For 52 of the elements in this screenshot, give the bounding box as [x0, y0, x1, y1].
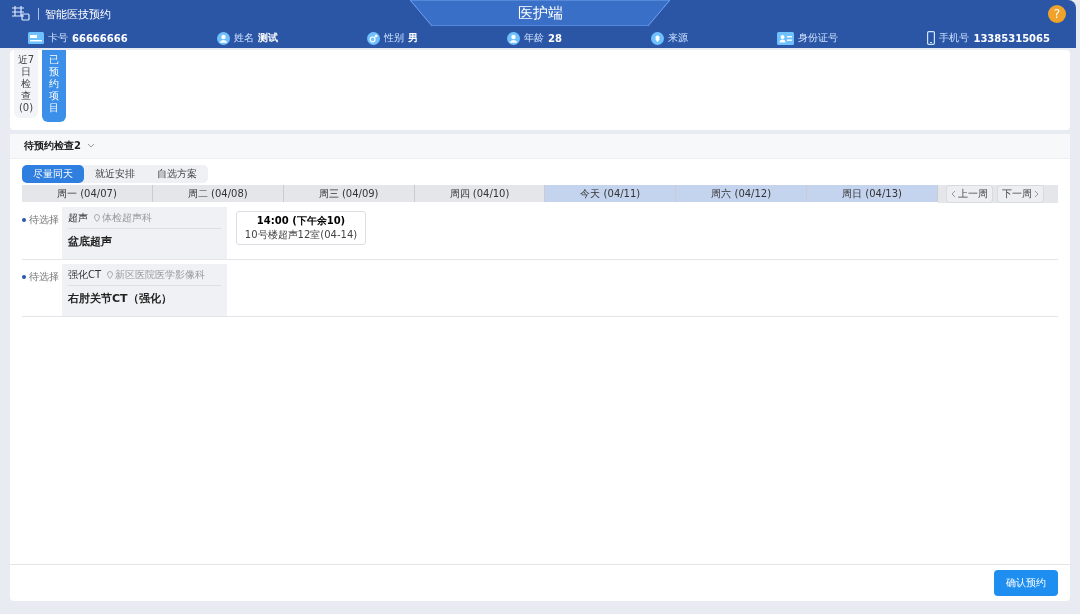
exam-name: 盆底超声	[68, 234, 113, 249]
exam-type: 超声	[68, 211, 88, 225]
mode-tab[interactable]: 就近安排	[84, 165, 146, 183]
user-icon	[507, 31, 521, 45]
field-label: 年龄	[524, 31, 545, 45]
day-header: 周二 (04/08)	[152, 185, 284, 202]
id-card-icon	[777, 31, 795, 45]
section-title: 待预约检查2	[24, 139, 81, 153]
exam-location: 体检超声科	[102, 211, 152, 225]
gender-icon	[366, 31, 380, 45]
phone-icon	[927, 31, 936, 45]
field-label: 来源	[668, 31, 689, 45]
mode-tab[interactable]: 自选方案	[146, 165, 208, 183]
status-text: 待选择	[29, 213, 59, 227]
location-icon	[651, 31, 665, 45]
field-label: 卡号	[48, 31, 68, 45]
status-dot-icon	[22, 218, 26, 222]
mode-tab[interactable]: 尽量同天	[22, 165, 84, 183]
field-label: 姓名	[233, 31, 254, 45]
day-header: 周三 (04/09)	[283, 185, 415, 202]
field-label: 性别	[383, 31, 404, 45]
next-week-button[interactable]: 下一周	[997, 185, 1044, 203]
field-label: 手机号	[939, 31, 970, 45]
user-icon	[216, 31, 230, 45]
field-value: 测试	[257, 31, 278, 45]
chevron-right-icon	[1034, 190, 1039, 198]
day-header: 周四 (04/10)	[414, 185, 546, 202]
card-icon	[28, 32, 44, 44]
field-value: 66666666	[72, 32, 128, 44]
chevron-down-icon[interactable]	[86, 143, 95, 149]
exam-name: 右肘关节CT（强化）	[68, 291, 173, 306]
day-header: 周一 (04/07)	[22, 185, 153, 202]
day-header: 周日 (04/13)	[807, 185, 938, 202]
exam-location: 新区医院医学影像科	[115, 268, 206, 282]
logo-icon	[10, 4, 32, 24]
prev-week-button[interactable]: 上一周	[946, 185, 993, 203]
day-header: 今天 (04/11)	[545, 185, 677, 202]
field-value: 男	[407, 31, 418, 45]
center-title: 医护端	[517, 3, 563, 23]
field-label: 身份证号	[798, 31, 839, 45]
location-pin-icon	[94, 214, 100, 222]
app-title: 智能医技预约	[45, 6, 111, 22]
field-value: 13385315065	[973, 32, 1050, 44]
side-tab[interactable]: 近7日检查(0)	[14, 50, 38, 118]
exam-type: 强化CT	[68, 268, 102, 282]
day-header: 周六 (04/12)	[676, 185, 808, 202]
chevron-left-icon	[951, 190, 956, 198]
field-value: 28	[548, 32, 562, 44]
status-text: 待选择	[29, 270, 59, 284]
time-slot[interactable]: 14:00 (下午余10) 10号楼超声12室(04-14)	[236, 211, 366, 245]
status-dot-icon	[22, 275, 26, 279]
location-pin-icon	[107, 271, 114, 279]
